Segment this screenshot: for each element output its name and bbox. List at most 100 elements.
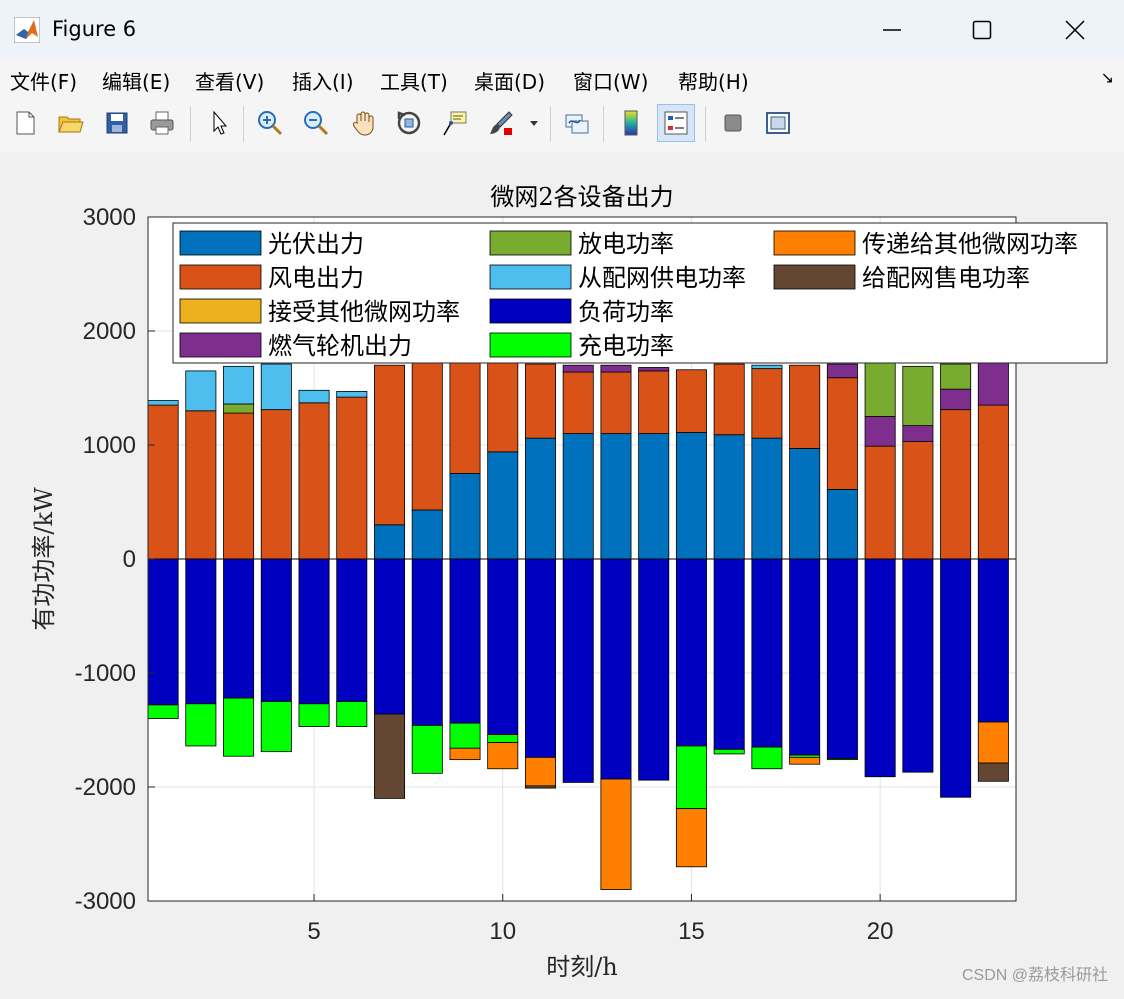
open-button[interactable] (51, 104, 89, 142)
brush-button[interactable] (482, 104, 520, 142)
bar-segment (638, 367, 670, 372)
bar-segment (524, 756, 556, 787)
bar-segment (298, 402, 330, 560)
bar-segment (826, 558, 858, 759)
insert-colorbar-button[interactable] (612, 104, 650, 142)
data-cursor-button[interactable] (436, 104, 474, 142)
menu-insert[interactable]: 插入(I) (292, 66, 354, 95)
bar-segment (1015, 705, 1016, 756)
bar-segment (223, 403, 255, 414)
save-icon (106, 112, 128, 134)
menu-edit[interactable]: 编辑(E) (102, 66, 170, 95)
bar-segment (411, 558, 443, 726)
data-cursor-icon (443, 111, 467, 136)
bar-segment (902, 441, 934, 560)
bar-segment (562, 364, 594, 373)
hide-plot-tools-button[interactable] (714, 104, 752, 142)
bar-segment (449, 558, 481, 724)
bar-segment (638, 370, 670, 434)
legend-label: 从配网供电功率 (578, 264, 746, 292)
show-plot-tools-button[interactable] (759, 104, 797, 142)
bar-segment (864, 416, 896, 447)
link-plot-button[interactable] (558, 104, 596, 142)
watermark: CSDN @荔枝科研社 (962, 966, 1108, 984)
bar-segment (675, 558, 707, 747)
menu-file[interactable]: 文件(F) (10, 66, 77, 95)
brush-icon (490, 111, 513, 135)
bar-segment (449, 722, 481, 749)
bar-segment (1015, 361, 1016, 397)
new-file-icon (16, 111, 35, 135)
legend-label: 燃气轮机出力 (268, 332, 412, 360)
legend-label: 传递给其他微网功率 (862, 230, 1078, 258)
print-icon (150, 111, 174, 135)
legend-label: 负荷功率 (578, 298, 674, 326)
edit-plot-button[interactable] (200, 104, 238, 142)
bar-segment (751, 746, 783, 770)
bar-segment (789, 448, 821, 560)
insert-legend-button[interactable] (657, 104, 695, 142)
y-axis-label: 有功功率/kW (30, 487, 58, 631)
menu-view[interactable]: 查看(V) (195, 66, 264, 95)
bar-segment (562, 433, 594, 560)
x-tick-label: 10 (489, 918, 516, 945)
bar-segment (185, 370, 217, 412)
zoom-in-button[interactable] (251, 104, 289, 142)
brush-dropdown-button[interactable] (522, 104, 546, 142)
toolbar-separator (603, 106, 604, 142)
rotate-3d-icon (397, 111, 421, 135)
bar-segment (902, 558, 934, 773)
bar-segment (336, 391, 368, 398)
dock-arrow-icon[interactable]: ↘ (1101, 68, 1114, 87)
bar-segment (148, 400, 179, 406)
bar-segment (902, 365, 934, 427)
bar-segment (826, 758, 858, 761)
legend[interactable]: 光伏出力风电出力接受其他微网功率燃气轮机出力 放电功率从配网供电功率负荷功率充电功… (172, 222, 1108, 364)
bar-segment (260, 701, 292, 753)
maximize-button[interactable] (952, 8, 1012, 52)
toolbar-separator (243, 106, 244, 142)
new-figure-button[interactable] (6, 104, 44, 142)
chart-title: 微网2各设备出力 (490, 183, 673, 211)
bar-segment (1015, 558, 1016, 707)
bar-segment (864, 445, 896, 560)
zoom-out-icon (304, 111, 329, 136)
bar-segment (1015, 395, 1016, 399)
bar-segment (940, 558, 972, 798)
bar-segment (864, 558, 896, 778)
rotate-button[interactable] (390, 104, 428, 142)
pan-button[interactable] (344, 104, 382, 142)
bar-segment (374, 524, 406, 560)
print-button[interactable] (143, 104, 181, 142)
bar-segment (298, 558, 330, 705)
bar-segment (411, 509, 443, 560)
colorbar-icon (624, 110, 638, 136)
x-axis-label: 时刻/h (546, 953, 618, 981)
show-plot-tools-icon (766, 112, 790, 134)
bar-segment (185, 558, 217, 705)
legend-swatch (489, 332, 572, 358)
bar-segment (374, 713, 406, 799)
zoom-out-button[interactable] (297, 104, 335, 142)
bar-segment (487, 451, 519, 560)
bar-segment (826, 489, 858, 560)
legend-label: 光伏出力 (268, 230, 364, 258)
menu-help[interactable]: 帮助(H) (678, 66, 749, 95)
bar-segment (751, 368, 783, 439)
bar-segment (977, 404, 1009, 560)
bar-segment (524, 363, 556, 439)
minimize-icon (883, 29, 901, 31)
save-button[interactable] (98, 104, 136, 142)
menu-tools[interactable]: 工具(T) (380, 66, 448, 95)
bar-segment (940, 409, 972, 560)
chart: 5 10 15 20 -3000 -2000 -1000 0 1000 2000 3000 微网2各… (30, 183, 1108, 984)
menu-desktop[interactable]: 桌面(D) (474, 66, 545, 95)
bar-segment (411, 361, 443, 511)
legend-swatch (179, 332, 262, 358)
menu-window[interactable]: 窗口(W) (573, 66, 648, 95)
hide-plot-tools-icon (724, 114, 742, 132)
bar-segment (751, 437, 783, 560)
bar-segment (902, 425, 934, 442)
close-button[interactable] (1045, 8, 1105, 52)
minimize-button[interactable] (862, 8, 922, 52)
